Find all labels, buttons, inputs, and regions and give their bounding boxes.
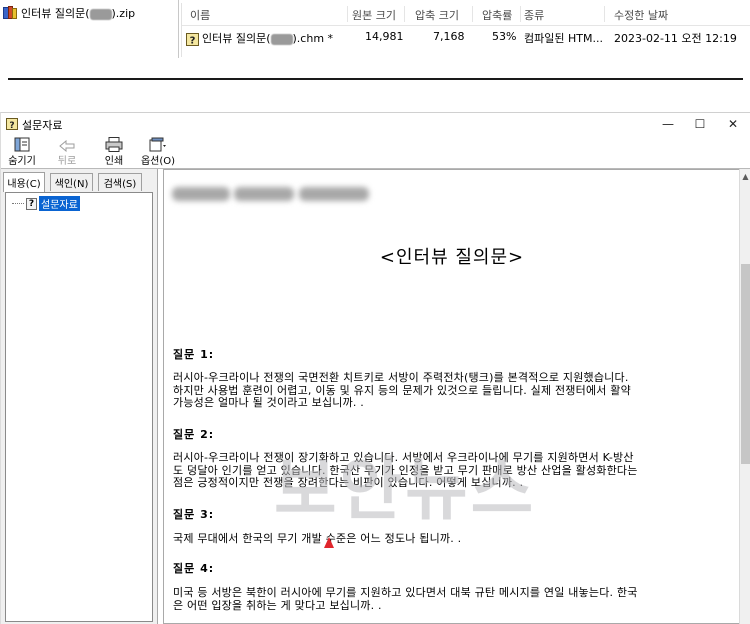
- navigation-pane: 내용(C) 색인(N) 검색(S) ? 설문자료: [1, 169, 158, 624]
- window-title: 설문자료: [22, 119, 63, 132]
- zip-viewer: 인터뷰 질의문().zip 이름 원본 크기 압축 크기 압축률 종류 수정한 …: [0, 0, 750, 58]
- hide-pane-icon: [14, 136, 30, 152]
- archive-file-list: 이름 원본 크기 압축 크기 압축률 종류 수정한 날짜 ? 인터뷰 질의문()…: [181, 3, 750, 57]
- title-bar[interactable]: ? 설문자료 — ☐ ✕: [1, 113, 750, 135]
- question-3-body: 국제 무대에서 한국의 무기 개발 수준은 어느 정도나 됩니까. .: [173, 532, 462, 545]
- print-button[interactable]: 인쇄: [99, 136, 129, 167]
- help-file-icon: ?: [6, 118, 18, 130]
- scroll-up-arrow-icon[interactable]: ▲: [740, 172, 750, 182]
- question-1-body: 러시아-우크라이나 전쟁의 국면전환 치트키로 서방이 주력전차(탱크)를 본격…: [173, 371, 631, 409]
- ratio-cell: 53%: [492, 30, 517, 43]
- modified-cell: 2023-02-11 오전 12:19: [614, 32, 737, 45]
- contents-tree: ? 설문자료: [5, 192, 153, 622]
- close-button[interactable]: ✕: [717, 113, 749, 135]
- help-topic-icon: ?: [26, 197, 37, 210]
- file-list-header: 이름 원본 크기 압축 크기 압축률 종류 수정한 날짜: [182, 3, 750, 26]
- question-4-body: 미국 등 서방은 북한이 러시아에 무기를 지원하고 있다면서 대북 규탄 메시…: [173, 586, 638, 612]
- chm-file-icon: ?: [186, 32, 199, 46]
- vertical-scrollbar[interactable]: ▲: [739, 169, 750, 624]
- column-ratio[interactable]: 압축률: [482, 7, 512, 23]
- watermark: 보안뉴스: [274, 451, 537, 530]
- column-separator: [520, 6, 521, 22]
- column-separator: [404, 6, 405, 22]
- tree-item-label: 설문자료: [39, 196, 80, 211]
- tab-search[interactable]: 검색(S): [98, 173, 142, 191]
- back-arrow-icon: [59, 136, 75, 152]
- minimize-button[interactable]: —: [652, 113, 684, 135]
- type-cell: 컴파일된 HTM...: [524, 32, 603, 45]
- tab-contents[interactable]: 내용(C): [3, 172, 45, 192]
- column-separator: [604, 6, 605, 22]
- column-modified[interactable]: 수정한 날짜: [614, 7, 668, 23]
- svg-text:?: ?: [9, 121, 14, 130]
- redacted-header: [172, 185, 372, 205]
- zip-archive-icon: [3, 6, 17, 20]
- options-icon: [149, 136, 167, 152]
- scroll-thumb[interactable]: [741, 264, 750, 464]
- watermark-accent-icon: [324, 537, 334, 548]
- maximize-button[interactable]: ☐: [684, 113, 716, 135]
- column-original-size[interactable]: 원본 크기: [352, 7, 396, 23]
- compressed-size-cell: 7,168: [433, 30, 465, 43]
- toolbar: 숨기기 뒤로 인쇄 옵션(O): [1, 135, 750, 169]
- question-3-heading: 질문 3:: [173, 508, 215, 521]
- column-type[interactable]: 종류: [524, 7, 544, 23]
- redacted-blur: [89, 8, 112, 20]
- help-window: ? 설문자료 — ☐ ✕ 숨기기 뒤로 인쇄 옵션(O) 내용(C) 색인(N)…: [0, 112, 750, 624]
- tree-item-survey[interactable]: ? 설문자료: [12, 196, 80, 211]
- back-button[interactable]: 뒤로: [52, 136, 82, 167]
- divider: [8, 78, 743, 80]
- redacted-blur: [270, 33, 293, 45]
- archive-tree-item[interactable]: 인터뷰 질의문().zip: [3, 4, 135, 22]
- navigation-tabs: 내용(C) 색인(N) 검색(S): [3, 172, 155, 193]
- question-1-heading: 질문 1:: [173, 348, 215, 361]
- column-separator: [347, 6, 348, 22]
- svg-text:?: ?: [190, 35, 196, 46]
- question-4-heading: 질문 4:: [173, 562, 215, 575]
- document-title: <인터뷰 질의문>: [379, 247, 525, 268]
- tree-connector: [12, 203, 24, 204]
- file-name-cell: ? 인터뷰 질의문().chm *: [186, 30, 333, 46]
- original-size-cell: 14,981: [365, 30, 404, 43]
- topic-content: <인터뷰 질의문> 질문 1: 러시아-우크라이나 전쟁의 국면전환 치트키로 …: [163, 169, 739, 624]
- hide-button[interactable]: 숨기기: [5, 136, 39, 167]
- column-separator: [472, 6, 473, 22]
- question-2-heading: 질문 2:: [173, 428, 215, 441]
- options-button[interactable]: 옵션(O): [139, 136, 177, 167]
- column-name[interactable]: 이름: [190, 7, 210, 23]
- printer-icon: [105, 136, 123, 152]
- column-compressed-size[interactable]: 압축 크기: [415, 7, 459, 23]
- tab-index[interactable]: 색인(N): [50, 173, 93, 191]
- archive-name: 인터뷰 질의문().zip: [21, 7, 136, 20]
- archive-tree-pane: 인터뷰 질의문().zip: [0, 0, 179, 58]
- file-row[interactable]: ? 인터뷰 질의문().chm * 14,981 7,168 53% 컴파일된 …: [182, 27, 750, 49]
